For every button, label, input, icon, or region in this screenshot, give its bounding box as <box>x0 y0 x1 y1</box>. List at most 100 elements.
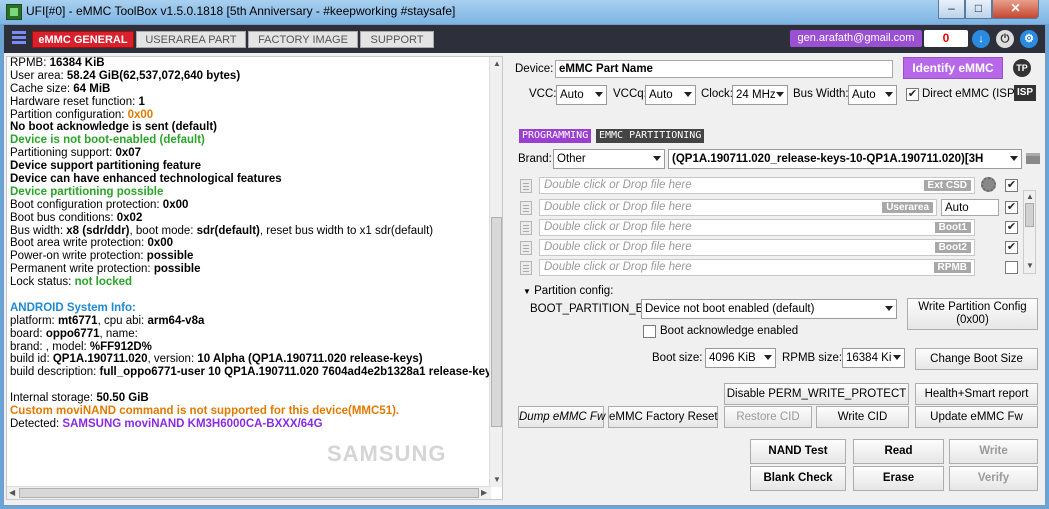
file-drop-field[interactable]: Double click or Drop file here Userarea <box>539 199 937 216</box>
tab-factory-image[interactable]: FACTORY IMAGE <box>248 31 358 48</box>
vccq-select[interactable]: Auto <box>645 85 696 105</box>
clock-select[interactable]: 24 MHz <box>732 85 788 105</box>
blank-check-button[interactable]: Blank Check <box>750 466 846 491</box>
log-line: Partitioning support: 0x07 <box>10 147 142 160</box>
boot-ack-label: Boot acknowledge enabled <box>660 325 799 337</box>
log-line: build description: full_oppo6771-user 10… <box>10 366 490 379</box>
folder-icon[interactable] <box>1026 153 1040 164</box>
file-drop-field[interactable]: Double click or Drop file here Ext CSD <box>539 177 975 194</box>
health-smart-report-button[interactable]: Health+Smart report <box>915 383 1038 405</box>
file-drop-field[interactable]: Double click or Drop file here Boot2 <box>539 239 975 256</box>
boot-partition-en-select[interactable]: Device not boot enabled (default) <box>641 299 897 319</box>
file-enable-checkbox[interactable]: ✔ <box>1005 179 1018 192</box>
update-emmc-fw-button[interactable]: Update eMMC Fw <box>915 406 1038 428</box>
log-line: RPMB: 16384 KiB <box>10 57 105 69</box>
rpmb-size-label: RPMB size: <box>782 352 843 364</box>
hamburger-menu-icon[interactable] <box>12 31 26 45</box>
partition-tag: Boot2 <box>934 242 971 253</box>
log-line: brand: , model: %FF912D% <box>10 340 152 353</box>
file-enable-checkbox[interactable]: ✔ <box>1005 201 1018 214</box>
partition-tag: Userarea <box>882 202 933 213</box>
tp-icon[interactable]: TP <box>1013 59 1031 77</box>
file-enable-checkbox[interactable] <box>1005 261 1018 274</box>
device-name-field[interactable]: eMMC Part Name <box>555 60 893 78</box>
brand-label: Brand: <box>518 153 552 165</box>
maximize-button[interactable]: □ <box>965 0 992 19</box>
account-email[interactable]: gen.arafath@gmail.com <box>790 30 922 47</box>
ext-csd-gear-icon[interactable] <box>981 177 996 192</box>
log-line: Boot area write protection: 0x00 <box>10 237 174 250</box>
log-line: Device support partitioning feature <box>10 160 202 173</box>
partition-tag: Boot1 <box>934 222 971 233</box>
file-icon[interactable] <box>520 241 532 255</box>
file-drop-field[interactable]: Double click or Drop file here Boot1 <box>539 219 975 236</box>
tab-support[interactable]: SUPPORT <box>360 31 434 48</box>
tab-emmc-general[interactable]: eMMC GENERAL <box>32 31 134 48</box>
boot-size-label: Boot size: <box>652 352 703 364</box>
file-icon[interactable] <box>520 221 532 235</box>
read-button[interactable]: Read <box>853 439 944 464</box>
log-line: platform: mt6771, cpu abi: arm64-v8a <box>10 314 205 327</box>
download-icon[interactable]: ↓ <box>972 30 990 48</box>
userarea-size-field[interactable]: Auto <box>941 199 999 216</box>
close-button[interactable]: ✕ <box>992 0 1039 19</box>
log-horizontal-scroll-thumb[interactable] <box>19 488 479 498</box>
log-vertical-scroll-thumb[interactable] <box>491 217 502 427</box>
power-icon[interactable]: ⏻ <box>996 30 1014 48</box>
boot-size-select[interactable]: 4096 KiB <box>705 348 776 368</box>
write-cid-button[interactable]: Write CID <box>816 406 909 428</box>
log-line: Device is not boot-enabled (default) <box>10 134 205 147</box>
file-icon[interactable] <box>520 201 532 215</box>
log-line: Cache size: 64 MiB <box>10 82 111 95</box>
subtab-emmc-partitioning[interactable]: EMMC PARTITIONING <box>596 129 705 143</box>
vcc-select[interactable]: Auto <box>556 85 607 105</box>
file-list-scrollbar[interactable]: ▲ ▼ <box>1023 190 1036 274</box>
log-line: Boot bus conditions: 0x02 <box>10 211 143 224</box>
nand-test-button[interactable]: NAND Test <box>750 439 846 464</box>
file-row-ext-csd: Double click or Drop file here Ext CSD ✔ <box>520 177 1018 195</box>
verify-button[interactable]: Verify <box>949 466 1038 491</box>
restore-cid-button[interactable]: Restore CID <box>724 406 812 428</box>
app-icon <box>6 4 22 20</box>
file-enable-checkbox[interactable]: ✔ <box>1005 221 1018 234</box>
brand-select[interactable]: Other <box>553 149 665 169</box>
erase-button[interactable]: Erase <box>853 466 944 491</box>
log-line: Power-on write protection: possible <box>10 250 194 263</box>
subtab-programming[interactable]: PROGRAMMING <box>519 129 592 143</box>
isp-badge[interactable]: ISP <box>1014 85 1036 101</box>
file-row-boot1: Double click or Drop file here Boot1 ✔ <box>520 219 1018 237</box>
log-line: Internal storage: 50.50 GiB <box>10 392 149 405</box>
file-icon[interactable] <box>520 261 532 275</box>
emmc-factory-reset-button[interactable]: eMMC Factory Reset <box>608 406 718 428</box>
write-button[interactable]: Write <box>949 439 1038 464</box>
partition-config-header: ▼ Partition config: <box>523 285 614 297</box>
log-horizontal-scrollbar[interactable]: ◀ ▶ <box>7 486 491 499</box>
firmware-select[interactable]: (QP1A.190711.020_release-keys-10-QP1A.19… <box>668 149 1022 169</box>
direct-emmc-checkbox[interactable]: ✔ <box>906 88 919 101</box>
file-drop-field[interactable]: Double click or Drop file here RPMB <box>539 259 975 276</box>
tab-userarea-part[interactable]: USERAREA PART <box>136 31 246 48</box>
minimize-button[interactable]: – <box>938 0 965 19</box>
rpmb-size-select[interactable]: 16384 Ki <box>842 348 905 368</box>
write-partition-config-button[interactable]: Write Partition Config (0x00) <box>907 298 1038 330</box>
dump-emmc-fw-button[interactable]: Dump eMMC Fw <box>518 406 605 428</box>
credit-counter: 0 <box>924 30 968 47</box>
identify-emmc-button[interactable]: Identify eMMC <box>903 57 1003 79</box>
log-vertical-scrollbar[interactable]: ▲ ▼ <box>489 57 502 487</box>
file-list-scroll-thumb[interactable] <box>1025 203 1034 227</box>
settings-gear-icon[interactable]: ⚙ <box>1020 30 1038 48</box>
file-enable-checkbox[interactable]: ✔ <box>1005 241 1018 254</box>
change-boot-size-button[interactable]: Change Boot Size <box>915 348 1038 370</box>
bus-width-select[interactable]: Auto <box>848 85 897 105</box>
file-row-userarea: Double click or Drop file here Userarea Au… <box>520 199 1018 217</box>
file-icon[interactable] <box>520 179 532 193</box>
programming-panel: Device: eMMC Part Name Identify eMMC TP … <box>509 53 1045 503</box>
log-line: Device partitioning possible <box>10 185 164 198</box>
collapse-arrow-icon[interactable]: ▼ <box>523 287 531 296</box>
top-toolbar: eMMC GENERAL USERAREA PART FACTORY IMAGE… <box>4 25 1045 53</box>
log-panel: RPMB: 16384 KiB User area: 58.24 GiB(62,… <box>6 56 503 500</box>
boot-ack-checkbox[interactable] <box>643 325 656 338</box>
disable-perm-write-protect-button[interactable]: Disable PERM_WRITE_PROTECT <box>724 383 909 405</box>
